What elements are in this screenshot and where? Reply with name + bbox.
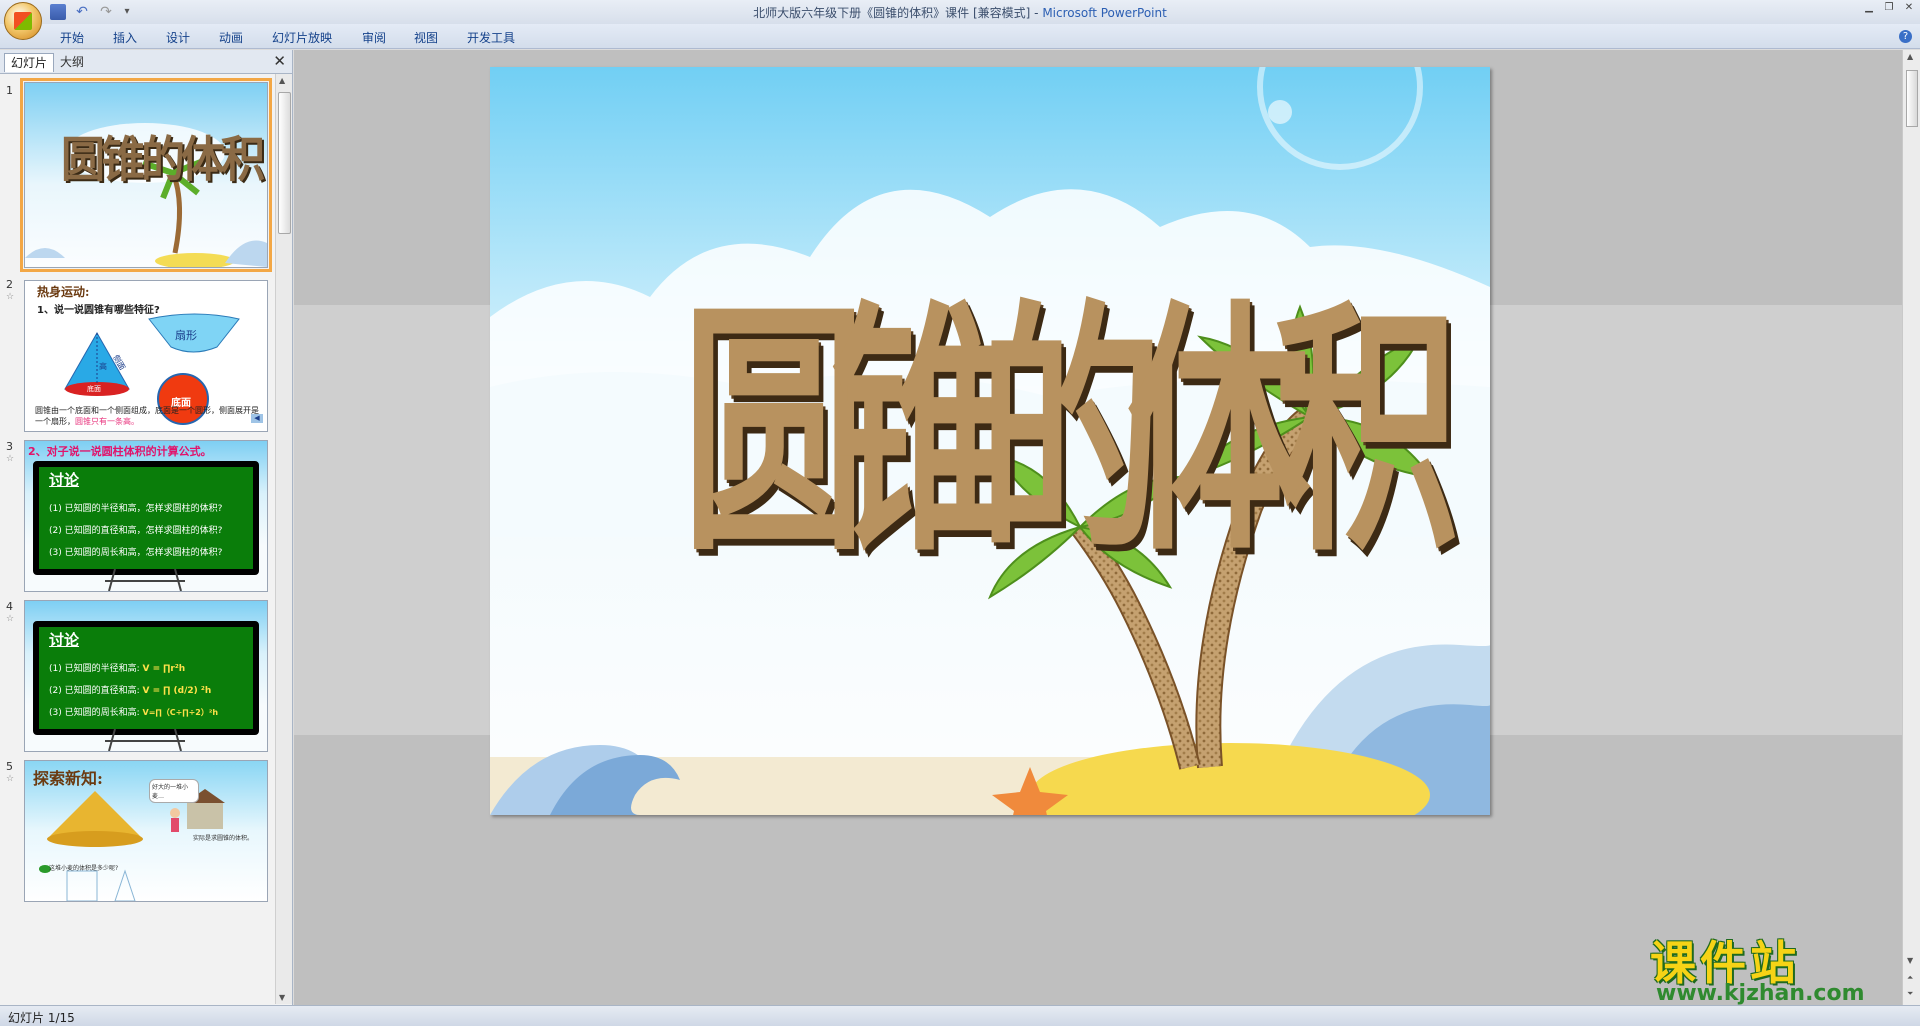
watermark-url: www.kjzhan.com bbox=[1656, 981, 1865, 1006]
tab-animations[interactable]: 动画 bbox=[219, 29, 243, 46]
close-icon[interactable]: ✕ bbox=[1902, 2, 1916, 14]
window-controls: ▁ ❐ ✕ bbox=[1862, 2, 1916, 14]
title-bar: ↶ ↷ ▾ 北师大版六年级下册《圆锥的体积》课件 [兼容模式] - Micros… bbox=[0, 0, 1920, 25]
animation-star-icon: ☆ bbox=[6, 292, 15, 302]
scrollbar-thumb[interactable] bbox=[1906, 70, 1918, 127]
slide-1-title: 圆锥的体积 bbox=[61, 131, 265, 188]
minimize-icon[interactable]: ▁ bbox=[1862, 2, 1876, 14]
scroll-down-icon[interactable]: ▼ bbox=[1907, 956, 1913, 965]
document-title: 北师大版六年级下册《圆锥的体积》课件 [兼容模式] - bbox=[753, 6, 1043, 20]
animation-star-icon: ☆ bbox=[6, 454, 15, 464]
tab-view[interactable]: 视图 bbox=[414, 29, 438, 46]
fan-label: 扇形 bbox=[175, 329, 197, 342]
tab-slides[interactable]: 幻灯片 bbox=[4, 53, 55, 72]
slide-2-caption: 圆锥由一个底面和一个侧面组成，底面是一个圆形，侧面展开是一个扇形，圆锥只有一条高… bbox=[35, 405, 261, 427]
slide-counter: 幻灯片 1/15 bbox=[8, 1011, 75, 1025]
panel-tabs: 幻灯片 大纲 ✕ bbox=[0, 50, 292, 74]
current-slide[interactable]: 圆锥的体积 bbox=[490, 67, 1490, 815]
office-button[interactable] bbox=[4, 2, 42, 40]
cone-base-label: 底面 bbox=[87, 385, 101, 393]
slide-5-note2: 实际是求圆锥的体积。 bbox=[193, 835, 254, 842]
slides-panel: 幻灯片 大纲 ✕ 1 圆锥的体积 2 ☆ 热身运动: 1、说一说圆锥有哪些特征?… bbox=[0, 50, 293, 1005]
sound-icon: ◀ bbox=[251, 414, 263, 423]
app-name: Microsoft PowerPoint bbox=[1042, 6, 1167, 20]
scrollbar-thumb[interactable] bbox=[278, 92, 291, 234]
status-bar: 幻灯片 1/15 bbox=[0, 1005, 1920, 1026]
thumbnail-slide-3[interactable]: 3 ☆ 2、对子说一说圆柱体积的计算公式。 讨论 (1) 已知圆的半径和高，怎样… bbox=[0, 436, 274, 592]
tab-home[interactable]: 开始 bbox=[60, 29, 84, 46]
editor-scrollbar[interactable]: ▲ ▼ ⏶ ⏷ bbox=[1902, 50, 1920, 1005]
slide-5-preview[interactable]: 探索新知: 好大的一堆小麦… 这堆小麦的体积是多少呢? 实际是求圆锥的体积。 bbox=[24, 760, 268, 902]
slide-number: 1 bbox=[6, 84, 13, 97]
tab-slideshow[interactable]: 幻灯片放映 bbox=[272, 29, 332, 46]
slide-5-note: 这堆小麦的体积是多少呢? bbox=[49, 865, 119, 872]
next-slide-icon[interactable]: ⏷ bbox=[1907, 989, 1913, 999]
slide-number: 3 bbox=[6, 440, 13, 453]
thumbnail-slide-2[interactable]: 2 ☆ 热身运动: 1、说一说圆锥有哪些特征? 扇形 底面 侧面 高 底面 圆锥… bbox=[0, 274, 274, 432]
scroll-down-icon[interactable]: ▼ bbox=[279, 993, 285, 1002]
slide-3-preview[interactable]: 2、对子说一说圆柱体积的计算公式。 讨论 (1) 已知圆的半径和高，怎样求圆柱的… bbox=[24, 440, 268, 592]
animation-star-icon: ☆ bbox=[6, 614, 15, 624]
slide-number: 2 bbox=[6, 278, 13, 291]
slide-number: 4 bbox=[6, 600, 13, 613]
tab-design[interactable]: 设计 bbox=[166, 29, 190, 46]
ribbon-tabs: 开始 插入 设计 动画 幻灯片放映 审阅 视图 开发工具 ? bbox=[0, 24, 1920, 49]
animation-star-icon: ☆ bbox=[6, 774, 15, 784]
scroll-up-icon[interactable]: ▲ bbox=[1907, 52, 1913, 61]
tab-review[interactable]: 审阅 bbox=[362, 29, 386, 46]
slide-editor: 圆锥的体积 bbox=[294, 50, 1902, 1005]
wheat-pile-scene bbox=[39, 789, 225, 901]
previous-slide-icon[interactable]: ⏶ bbox=[1907, 973, 1913, 983]
speech-bubble: 好大的一堆小麦… bbox=[149, 779, 199, 803]
help-icon[interactable]: ? bbox=[1899, 30, 1912, 43]
easel-legs bbox=[105, 568, 185, 591]
tab-developer[interactable]: 开发工具 bbox=[467, 29, 515, 46]
slide-1-preview[interactable]: 圆锥的体积 bbox=[20, 78, 272, 272]
restore-icon[interactable]: ❐ bbox=[1882, 2, 1896, 14]
slide-2-preview[interactable]: 热身运动: 1、说一说圆锥有哪些特征? 扇形 底面 侧面 高 底面 圆锥由一个底… bbox=[24, 280, 268, 432]
thumbnail-scrollbar[interactable]: ▲ ▼ bbox=[275, 74, 292, 1004]
scroll-up-icon[interactable]: ▲ bbox=[279, 76, 285, 85]
slide-thumbnails: 1 圆锥的体积 2 ☆ 热身运动: 1、说一说圆锥有哪些特征? 扇形 底面 侧面… bbox=[0, 74, 274, 1009]
tab-outline[interactable]: 大纲 bbox=[54, 53, 90, 71]
thumbnail-slide-5[interactable]: 5 ☆ 探索新知: 好大的一堆小麦… 这堆小麦的体积是多少呢? 实际是求圆锥的体… bbox=[0, 756, 274, 908]
watermark-logo: 课件站 www.kjzhan.com bbox=[1650, 927, 1900, 1007]
easel-legs bbox=[105, 728, 185, 751]
slide-4-preview[interactable]: 讨论 (1) 已知圆的半径和高: V = ∏r²h (2) 已知圆的直径和高: … bbox=[24, 600, 268, 752]
close-panel-icon[interactable]: ✕ bbox=[273, 52, 286, 70]
office-logo-icon bbox=[14, 12, 32, 30]
main-slide-title[interactable]: 圆锥的体积 bbox=[682, 263, 1459, 599]
window-title: 北师大版六年级下册《圆锥的体积》课件 [兼容模式] - Microsoft Po… bbox=[0, 4, 1920, 21]
height-label: 高 bbox=[99, 362, 107, 371]
thumbnail-slide-1[interactable]: 1 圆锥的体积 bbox=[0, 78, 274, 272]
slide-number: 5 bbox=[6, 760, 13, 773]
caption-text: 圆锥由一个底面和一个侧面组成，底面是一个圆形，侧面展开是一个扇形， bbox=[35, 406, 259, 426]
thumbnail-slide-4[interactable]: 4 ☆ 讨论 (1) 已知圆的半径和高: V = ∏r²h (2) 已知圆的直径… bbox=[0, 596, 274, 752]
caption-highlight: 圆锥只有一条高。 bbox=[75, 417, 139, 426]
tab-insert[interactable]: 插入 bbox=[113, 29, 137, 46]
